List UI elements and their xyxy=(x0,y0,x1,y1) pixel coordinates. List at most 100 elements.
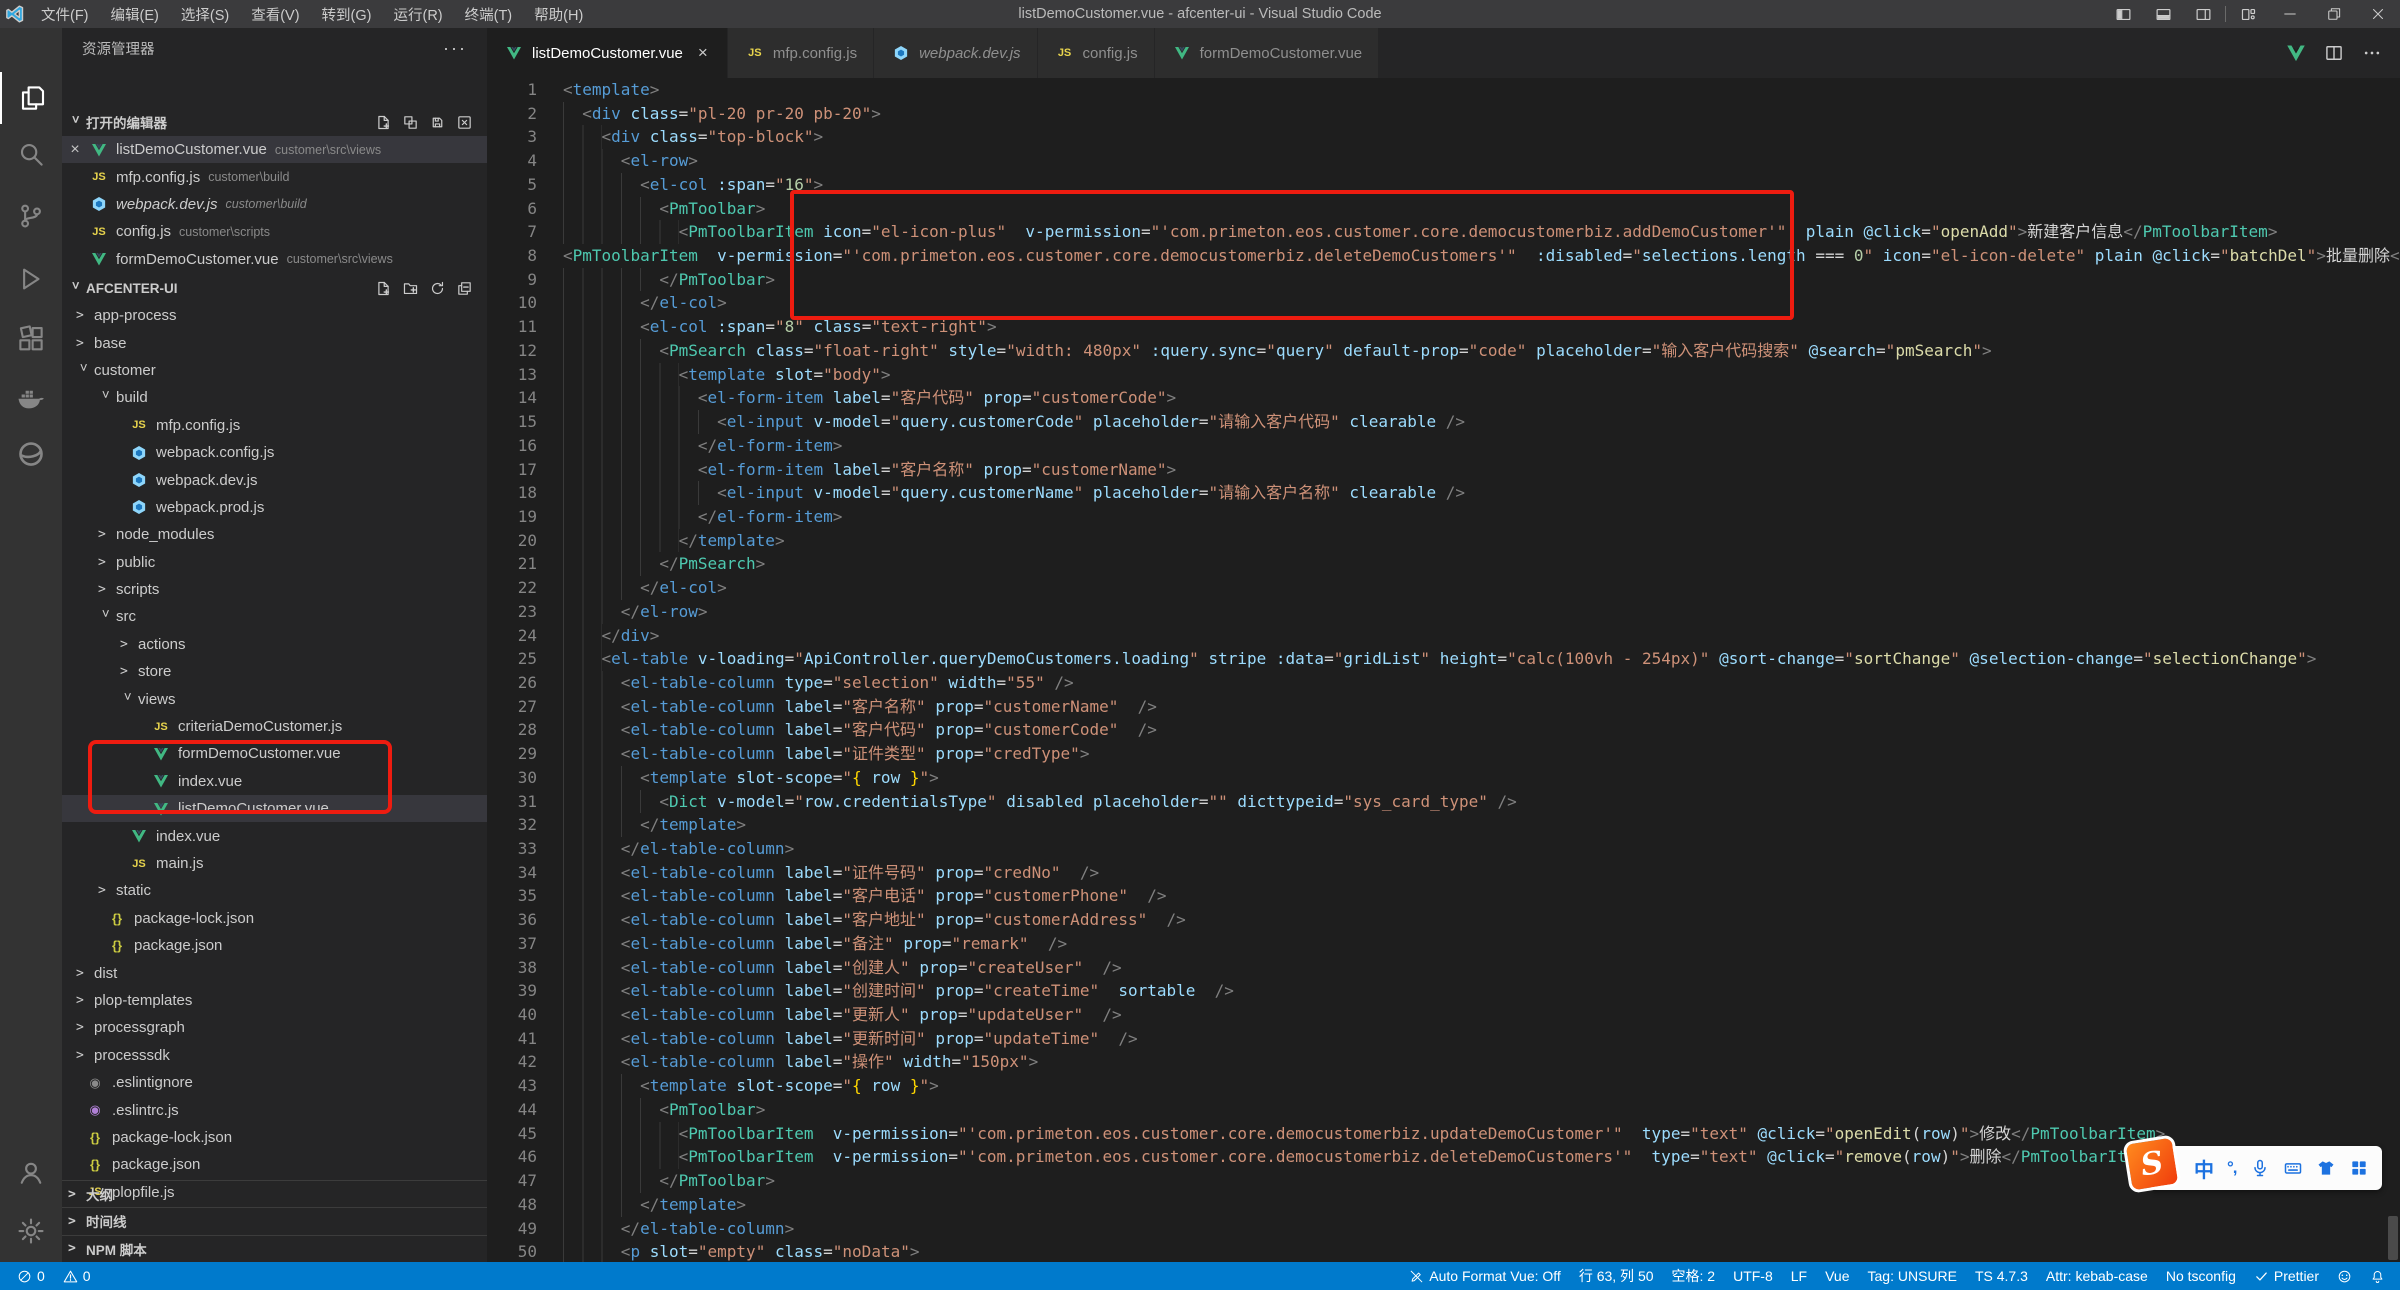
menu-帮助[interactable]: 帮助(H) xyxy=(523,4,594,25)
code-line[interactable]: 48</template> xyxy=(487,1193,2400,1217)
code-line[interactable]: 8<PmToolbarItem v-permission="'com.prime… xyxy=(487,244,2400,268)
tree-item-static[interactable]: >static xyxy=(62,877,487,904)
line-number[interactable]: 43 xyxy=(487,1074,563,1098)
ime-chinese-mode-icon[interactable]: 中 xyxy=(2194,1154,2214,1183)
menu-查看[interactable]: 查看(V) xyxy=(240,4,310,25)
line-number[interactable]: 19 xyxy=(487,505,563,529)
code-line-text[interactable]: <el-row> xyxy=(621,149,698,173)
code-line-text[interactable]: <el-table-column label="客户名称" prop="cust… xyxy=(621,695,1157,719)
code-line[interactable]: 33</el-table-column> xyxy=(487,837,2400,861)
tree-item-src[interactable]: >src xyxy=(62,603,487,630)
tab-webpack.dev.js[interactable]: webpack.dev.js xyxy=(874,28,1037,78)
status-bell[interactable] xyxy=(2361,1269,2394,1284)
code-line-text[interactable]: <PmToolbarItem v-permission="'com.primet… xyxy=(679,1145,2156,1169)
new-folder-icon[interactable] xyxy=(402,280,419,297)
code-line[interactable]: 43<template slot-scope="{ row }"> xyxy=(487,1074,2400,1098)
tab-config.js[interactable]: JSconfig.js xyxy=(1038,28,1155,78)
tree-item-webpack.config.js[interactable]: webpack.config.js xyxy=(62,439,487,466)
line-number[interactable]: 13 xyxy=(487,363,563,387)
activity-account[interactable] xyxy=(0,1146,62,1198)
activity-docker[interactable] xyxy=(0,372,62,424)
code-line[interactable]: 2<div class="pl-20 pr-20 pb-20"> xyxy=(487,102,2400,126)
tree-item-criteriaDemoCustomer.js[interactable]: JScriteriaDemoCustomer.js xyxy=(62,713,487,740)
code-line-text[interactable]: <el-col :span="8" class="text-right"> xyxy=(640,315,997,339)
new-file-icon[interactable] xyxy=(375,280,392,297)
tree-item-store[interactable]: >store xyxy=(62,658,487,685)
code-line-text[interactable]: <template> xyxy=(563,78,659,102)
editor-layout-icon[interactable] xyxy=(402,114,419,131)
restore-button[interactable] xyxy=(2312,0,2356,28)
code-line-text[interactable]: <PmToolbar> xyxy=(659,1098,765,1122)
line-number[interactable]: 44 xyxy=(487,1098,563,1122)
code-line-text[interactable]: <el-table-column label="操作" width="150px… xyxy=(621,1050,1038,1074)
code-line[interactable]: 12<PmSearch class="float-right" style="w… xyxy=(487,339,2400,363)
code-line-text[interactable]: <el-table v-loading="ApiController.query… xyxy=(602,647,2317,671)
code-line-text[interactable]: </el-table-column> xyxy=(621,1217,794,1241)
code-line[interactable]: 35 <el-table-column label="客户电话" prop="cu… xyxy=(487,884,2400,908)
line-number[interactable]: 15 xyxy=(487,410,563,434)
line-number[interactable]: 38 xyxy=(487,956,563,980)
code-line-text[interactable]: </PmSearch> xyxy=(659,552,765,576)
line-number[interactable]: 8 xyxy=(487,244,563,268)
code-line-text[interactable]: <el-table-column label="客户电话" prop="cust… xyxy=(621,884,1167,908)
line-number[interactable]: 10 xyxy=(487,291,563,315)
code-line-text[interactable]: <el-table-column label="更新人" prop="updat… xyxy=(621,1003,1122,1027)
tree-item-webpack.dev.js[interactable]: webpack.dev.js xyxy=(62,466,487,493)
code-line-text[interactable]: <Dict v-model="row.credentialsType" disa… xyxy=(659,790,1516,814)
close-icon[interactable]: × xyxy=(62,141,88,159)
code-line[interactable]: 9</PmToolbar> xyxy=(487,268,2400,292)
activity-browser-preview[interactable] xyxy=(0,428,62,480)
line-number[interactable]: 28 xyxy=(487,718,563,742)
line-number[interactable]: 48 xyxy=(487,1193,563,1217)
code-line-text[interactable]: </template> xyxy=(679,529,785,553)
line-number[interactable]: 50 xyxy=(487,1240,563,1262)
tree-item-listDemoCustomer.vue[interactable]: listDemoCustomer.vue xyxy=(62,795,487,822)
code-line[interactable]: 17<el-form-item label="客户名称" prop="custo… xyxy=(487,458,2400,482)
code-line[interactable]: 24</div> xyxy=(487,624,2400,648)
close-button[interactable] xyxy=(2356,0,2400,28)
status-error-circle[interactable]: 0 xyxy=(8,1262,54,1290)
open-editor-item[interactable]: ×listDemoCustomer.vuecustomer\src\views xyxy=(62,136,487,163)
code-line-text[interactable]: </el-form-item> xyxy=(698,434,843,458)
code-line[interactable]: 25<el-table v-loading="ApiController.que… xyxy=(487,647,2400,671)
tree-item-main.js[interactable]: JSmain.js xyxy=(62,850,487,877)
activity-settings[interactable] xyxy=(0,1205,62,1257)
code-line[interactable]: 27<el-table-column label="客户名称" prop="cu… xyxy=(487,695,2400,719)
layout-sidebar-button[interactable] xyxy=(2103,0,2143,28)
status-warning-triangle[interactable]: 0 xyxy=(54,1262,100,1290)
code-line-text[interactable]: <el-input v-model="query.customerCode" p… xyxy=(717,410,1465,434)
code-line-text[interactable]: </el-form-item> xyxy=(698,505,843,529)
tree-item-index.vue[interactable]: index.vue xyxy=(62,822,487,849)
section-NPM 脚本[interactable]: >NPM 脚本 xyxy=(62,1235,487,1262)
tree-item-processsdk[interactable]: >processsdk xyxy=(62,1042,487,1069)
line-number[interactable]: 35 xyxy=(487,884,563,908)
code-line[interactable]: 15 <el-input v-model="query.customerCode"… xyxy=(487,410,2400,434)
menu-转到[interactable]: 转到(G) xyxy=(311,4,383,25)
code-line-text[interactable]: </PmToolbar> xyxy=(659,1169,775,1193)
collapse-folders-icon[interactable] xyxy=(456,280,473,297)
section-时间线[interactable]: >时间线 xyxy=(62,1207,487,1234)
code-line[interactable]: 49</el-table-column> xyxy=(487,1217,2400,1241)
activity-source-control[interactable] xyxy=(0,190,62,242)
status-LF[interactable]: LF xyxy=(1782,1268,1816,1284)
tree-item-.eslintrc.js[interactable]: ◉.eslintrc.js xyxy=(62,1096,487,1123)
line-number[interactable]: 23 xyxy=(487,600,563,624)
code-line-text[interactable]: <el-table-column label="创建人" prop="creat… xyxy=(621,956,1122,980)
code-line[interactable]: 23</el-row> xyxy=(487,600,2400,624)
code-line[interactable]: 13<template slot="body"> xyxy=(487,363,2400,387)
status-Vue[interactable]: Vue xyxy=(1816,1268,1858,1284)
code-line[interactable]: 46<PmToolbarItem v-permission="'com.prim… xyxy=(487,1145,2400,1169)
status-Tag: UNSURE[interactable]: Tag: UNSURE xyxy=(1859,1268,1966,1284)
minimize-button[interactable] xyxy=(2268,0,2312,28)
layout-panel-button[interactable] xyxy=(2143,0,2183,28)
code-line-text[interactable]: </div> xyxy=(602,624,660,648)
activity-explorer[interactable] xyxy=(0,72,64,124)
tab-listDemoCustomer.vue[interactable]: listDemoCustomer.vue× xyxy=(487,28,728,78)
open-editor-item[interactable]: formDemoCustomer.vuecustomer\src\views xyxy=(62,246,487,273)
section-大纲[interactable]: >大纲 xyxy=(62,1180,487,1207)
code-line[interactable]: 5<el-col :span="16"> xyxy=(487,173,2400,197)
code-line-text[interactable]: <PmToolbarItem icon="el-icon-plus" v-per… xyxy=(679,220,2278,244)
code-line-text[interactable]: <PmToolbarItem v-permission="'com.primet… xyxy=(563,244,2400,268)
split-editor-icon[interactable] xyxy=(2324,43,2344,63)
tree-item-index.vue[interactable]: index.vue xyxy=(62,768,487,795)
